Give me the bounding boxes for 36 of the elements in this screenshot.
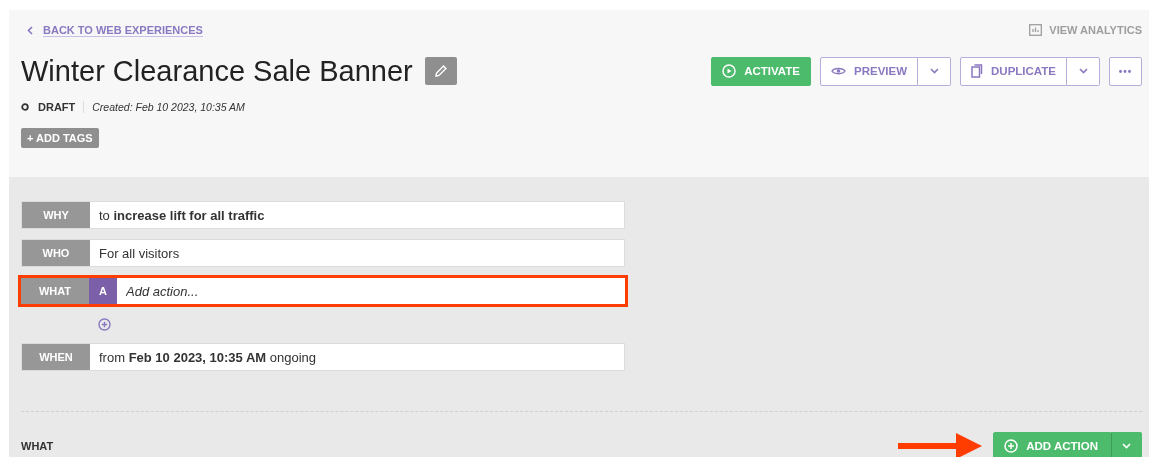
row-label: WHY [22,202,90,228]
chart-icon [1029,24,1043,36]
dropdown-button[interactable] [1111,431,1142,457]
preview-button[interactable]: PREVIEW [820,56,919,86]
action-badge: A [89,278,117,304]
copy-icon [971,64,984,78]
chevron-left-icon [27,25,33,35]
add-icon[interactable] [98,317,111,331]
caret-icon [1122,443,1131,449]
created-date: Created: Feb 10 2023, 10:35 AM [92,101,245,113]
edit-button[interactable] [424,57,457,85]
more-button[interactable]: ••• [1109,56,1142,86]
row-label: WHEN [22,344,90,370]
page-title: Winter Clearance Sale Banner [21,54,413,88]
activate-button[interactable]: ACTIVATE [711,56,811,86]
add-tags-button[interactable]: + ADD TAGS [21,128,99,148]
eye-icon [831,66,846,76]
add-icon [1004,439,1019,453]
section-title: WHAT [21,440,54,452]
duplicate-button[interactable]: DUPLICATE [960,56,1067,86]
status-dot-icon [21,103,29,111]
row-label: WHAT [21,278,89,304]
dropdown-button[interactable] [918,56,952,86]
add-action-button[interactable]: ADD ACTION [993,431,1111,457]
caret-icon [1078,68,1088,74]
caret-icon [929,68,939,74]
pencil-icon [433,64,448,78]
status-label: DRAFT [38,101,76,113]
action-input[interactable]: Add action... [117,278,625,304]
row-value[interactable]: For all visitors [90,240,180,266]
row-value[interactable]: from Feb 10 2023, 10:35 AM ongoing [90,344,317,370]
back-link[interactable]: BACK TO WEB EXPERIENCES [21,23,203,37]
row-value[interactable]: to increase lift for all traffic [90,202,265,228]
row-label: WHO [22,240,90,266]
dropdown-button[interactable] [1067,56,1100,86]
play-icon [722,64,737,78]
